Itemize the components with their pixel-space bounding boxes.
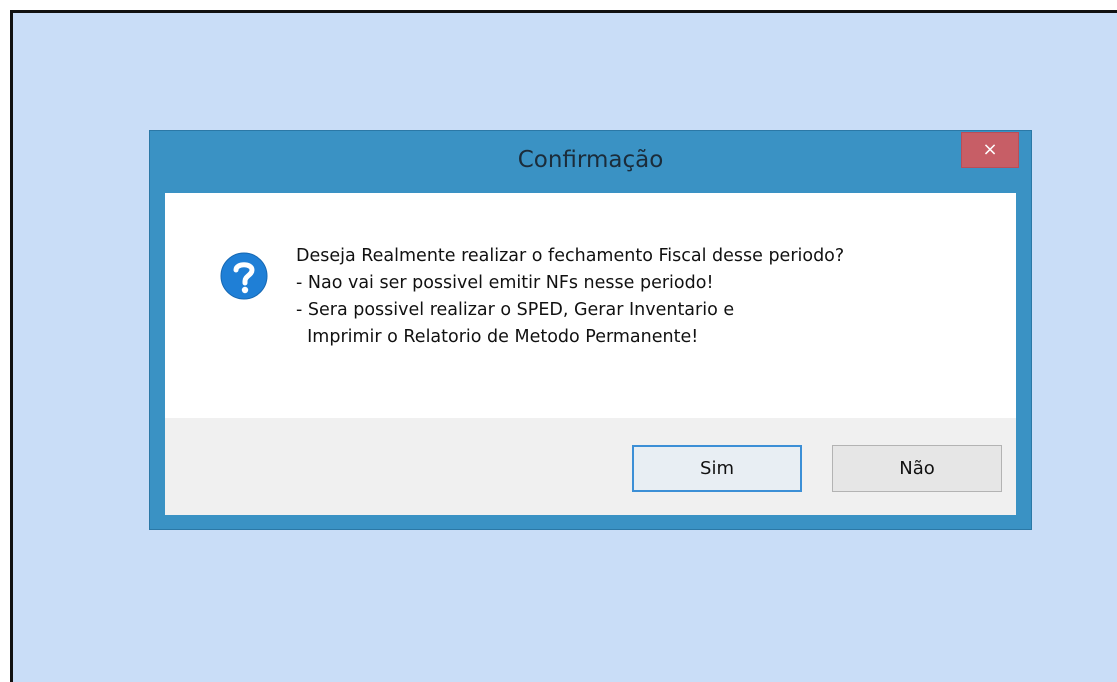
message-line-2: - Nao vai ser possivel emitir NFs nesse …: [296, 273, 714, 293]
message-line-1: Deseja Realmente realizar o fechamento F…: [296, 246, 845, 266]
no-button[interactable]: Não: [832, 445, 1002, 492]
message-line-3: - Sera possivel realizar o SPED, Gerar I…: [296, 300, 735, 320]
dialog-message: Deseja Realmente realizar o fechamento F…: [296, 243, 996, 351]
dialog-title: Confirmação: [517, 147, 664, 173]
desktop-area: Confirmação × Deseja Realmente realizar …: [10, 10, 1117, 682]
question-icon: [220, 252, 268, 300]
yes-button[interactable]: Sim: [632, 445, 802, 492]
message-line-4: Imprimir o Relatorio de Metodo Permanent…: [296, 327, 699, 347]
close-button[interactable]: ×: [961, 132, 1019, 168]
dialog-content: Deseja Realmente realizar o fechamento F…: [165, 193, 1016, 418]
dialog-titlebar[interactable]: Confirmação ×: [150, 131, 1031, 193]
close-icon: ×: [982, 139, 998, 160]
dialog-button-bar: Sim Não: [165, 418, 1016, 515]
confirmation-dialog: Confirmação × Deseja Realmente realizar …: [149, 130, 1032, 530]
